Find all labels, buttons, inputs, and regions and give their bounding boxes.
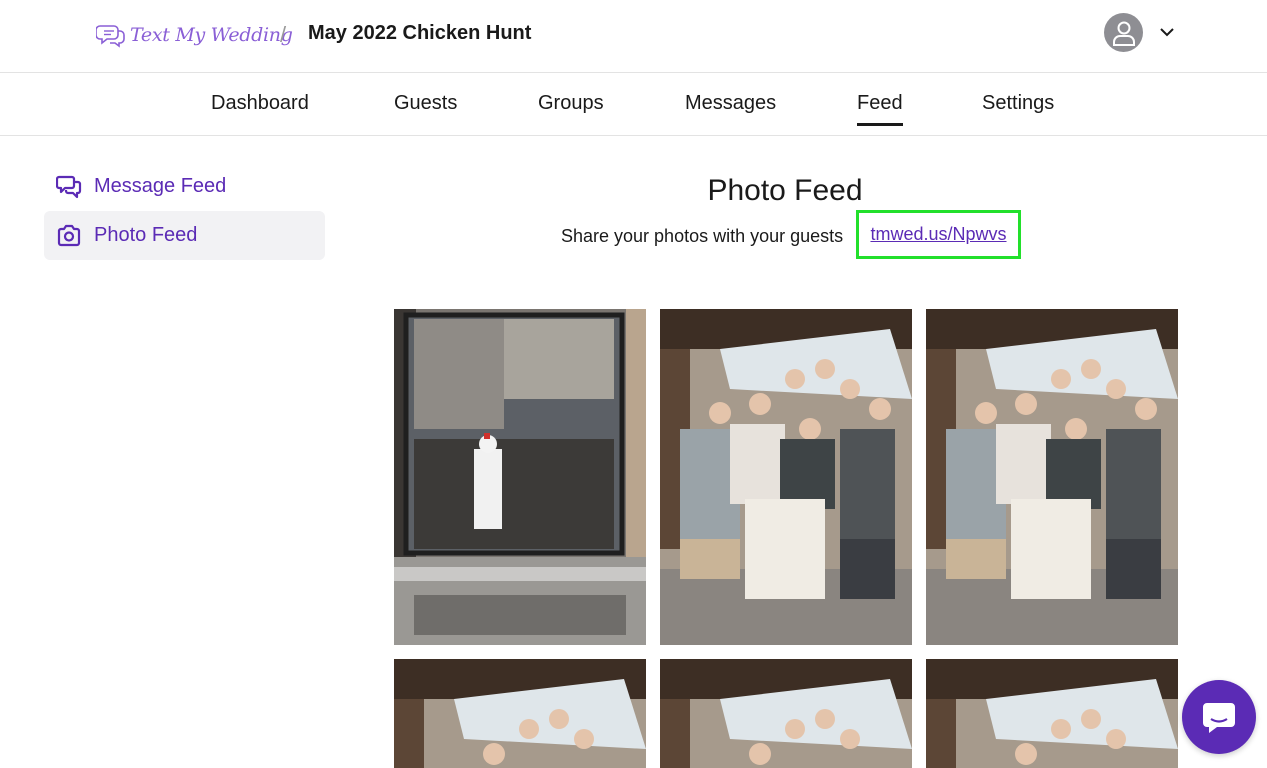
tab-messages[interactable]: Messages <box>685 92 776 115</box>
sidebar-item-label: Message Feed <box>94 175 227 197</box>
page-title: Photo Feed <box>707 174 863 207</box>
event-title: May 2022 Chicken Hunt <box>308 22 532 44</box>
share-link[interactable]: tmwed.us/Npwvs <box>870 224 1006 245</box>
camera-icon <box>56 223 82 249</box>
sidebar-item-photo-feed[interactable]: Photo Feed <box>44 211 325 260</box>
photo-thumbnail[interactable] <box>660 659 912 768</box>
user-icon <box>1112 21 1135 46</box>
photo-thumbnail[interactable] <box>926 659 1178 768</box>
logo[interactable]: Text My Wedding <box>96 20 293 50</box>
tab-feed[interactable]: Feed <box>857 92 903 126</box>
top-header: Text My Wedding / May 2022 Chicken Hunt <box>0 0 1267 73</box>
share-link-highlight: tmwed.us/Npwvs <box>856 210 1021 259</box>
logo-text: Text My Wedding <box>130 24 293 46</box>
tab-settings[interactable]: Settings <box>982 92 1054 115</box>
sidebar-item-label: Photo Feed <box>94 224 198 246</box>
photo-thumbnail[interactable] <box>394 309 646 645</box>
chevron-down-icon[interactable] <box>1159 24 1175 45</box>
tab-groups[interactable]: Groups <box>538 92 604 115</box>
sidebar-item-message-feed[interactable]: Message Feed <box>44 162 325 211</box>
photo-thumbnail[interactable] <box>926 309 1178 645</box>
chat-widget-button[interactable] <box>1182 680 1256 754</box>
tab-guests[interactable]: Guests <box>394 92 457 115</box>
avatar[interactable] <box>1104 13 1143 52</box>
photo-thumbnail[interactable] <box>394 659 646 768</box>
chat-bubbles-icon <box>56 174 82 200</box>
main-nav: Dashboard Guests Groups Messages Feed Se… <box>0 73 1267 136</box>
breadcrumb-separator: / <box>280 22 287 47</box>
share-text: Share your photos with your guests <box>561 226 844 246</box>
chat-icon <box>1203 703 1235 733</box>
photo-thumbnail[interactable] <box>660 309 912 645</box>
tab-dashboard[interactable]: Dashboard <box>211 92 309 115</box>
chat-logo-icon <box>96 20 126 50</box>
